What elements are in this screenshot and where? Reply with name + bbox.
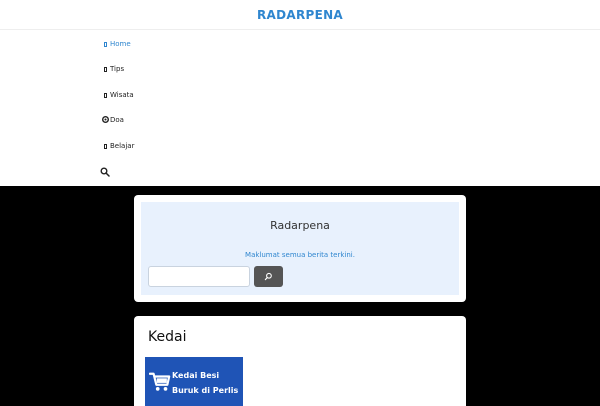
menu-item-label: Doa: [110, 116, 124, 124]
wisata-icon: [101, 91, 109, 99]
kedai-widget: Kedai Kedai Besi Buruk di Perlis: [134, 316, 466, 406]
hero-subtitle: Maklumat semua berita terkini.: [245, 251, 355, 259]
widget-title: Kedai: [148, 329, 187, 345]
search-button[interactable]: [254, 266, 283, 287]
shopping-cart-icon: [149, 372, 171, 391]
menu-item-label: Wisata: [110, 91, 134, 99]
kedai-banner[interactable]: Kedai Besi Buruk di Perlis: [145, 357, 243, 406]
banner-line-2: Buruk di Perlis: [172, 386, 239, 395]
menu-item-belajar[interactable]: Belajar: [101, 139, 134, 153]
site-title[interactable]: RADARPENA: [0, 8, 600, 22]
menu-item-doa[interactable]: Doa: [101, 113, 124, 127]
menu-item-home[interactable]: Home: [101, 37, 131, 51]
hero-title: Radarpena: [270, 219, 330, 232]
menu-item-label: Home: [110, 40, 131, 48]
menu-item-label: Tips: [110, 65, 125, 73]
main-menu: Home Tips Wisata Doa Belajar: [0, 30, 600, 186]
belajar-icon: [101, 142, 109, 150]
hero-card: Radarpena Maklumat semua berita terkini.: [134, 195, 466, 302]
search-icon: [264, 272, 272, 281]
menu-item-label: Belajar: [110, 142, 135, 150]
search-input[interactable]: [148, 266, 250, 287]
search-icon[interactable]: [100, 167, 110, 177]
tips-icon: [101, 65, 109, 73]
banner-line-1: Kedai Besi: [172, 371, 220, 380]
menu-item-wisata[interactable]: Wisata: [101, 88, 134, 102]
hero-section: Radarpena Maklumat semua berita terkini.: [141, 202, 459, 295]
menu-item-tips[interactable]: Tips: [101, 62, 124, 76]
home-icon: [101, 40, 109, 48]
site-header: RADARPENA: [0, 0, 600, 30]
doa-icon: [101, 115, 109, 125]
